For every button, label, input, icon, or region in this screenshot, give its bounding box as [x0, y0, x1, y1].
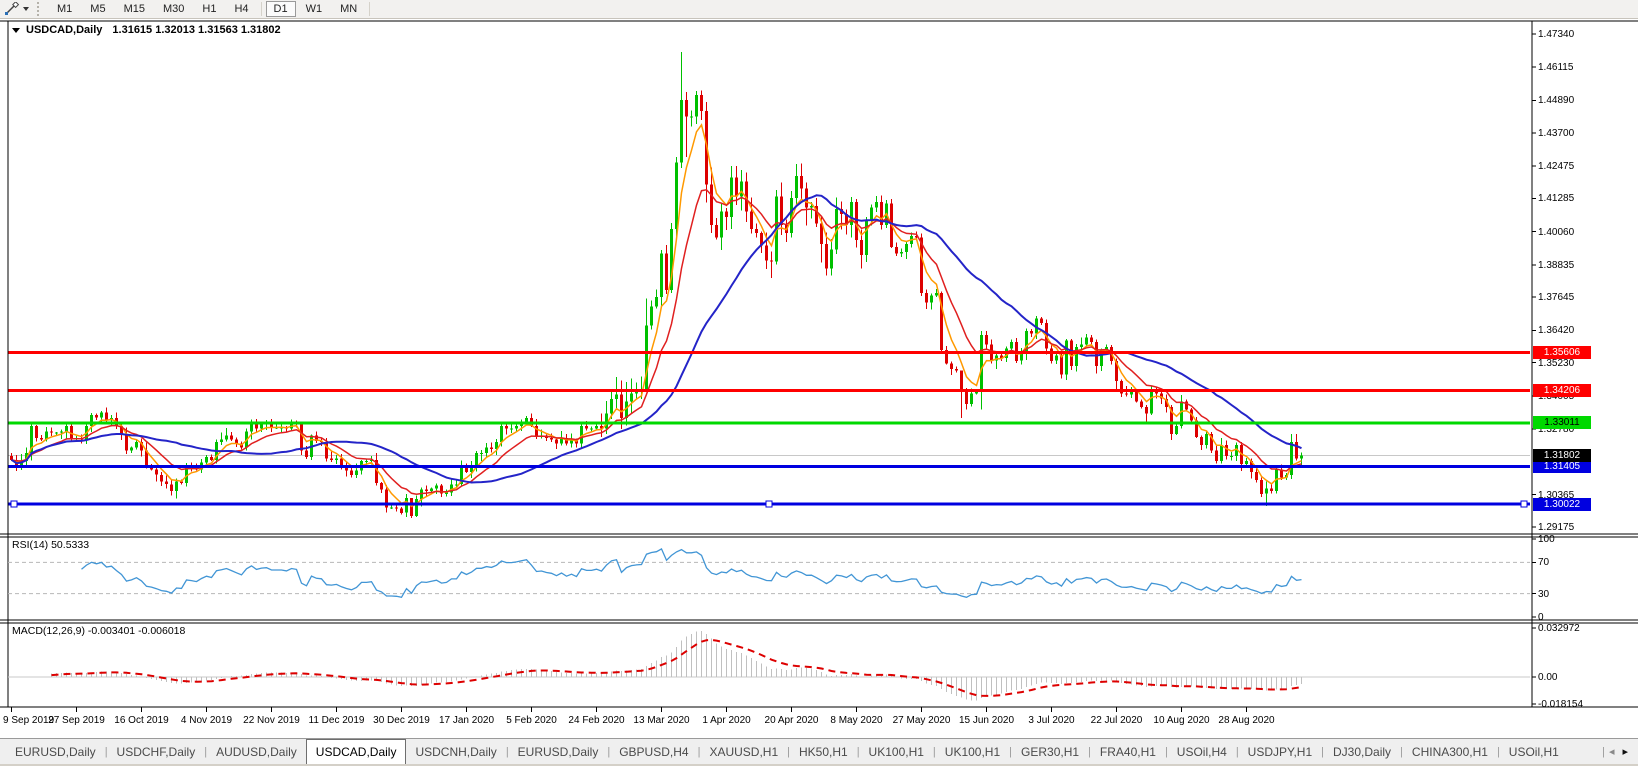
date-axis-label: 30 Dec 2019: [373, 715, 430, 726]
date-axis-label: 22 Nov 2019: [243, 715, 300, 726]
top-toolbar: M1M5M15M30H1H4 D1W1MN: [0, 0, 1638, 19]
price-axis-tick: 1.43700: [1538, 128, 1574, 139]
price-axis-tick: 1.47340: [1538, 29, 1574, 40]
rsi-axis-tick: 0: [1538, 612, 1544, 623]
price-axis-tick: 1.42475: [1538, 161, 1574, 172]
toolbar-grip: [37, 2, 44, 16]
rsi-axis-tick: 30: [1538, 589, 1549, 600]
price-axis-tick: 1.29175: [1538, 522, 1574, 533]
chart-menu-icon[interactable]: [12, 28, 20, 33]
tab-uk100-h1[interactable]: UK100,H1: [936, 739, 1009, 764]
date-axis-label: 3 Jul 2020: [1028, 715, 1074, 726]
date-axis-label: 8 May 2020: [830, 715, 882, 726]
drawing-tools-icon[interactable]: [0, 1, 33, 17]
chart-symbol-period: USDCAD,Daily: [26, 24, 102, 36]
rsi-axis-tick: 70: [1538, 557, 1549, 568]
timeframe-m1-button[interactable]: M1: [49, 1, 80, 17]
chart-title: USDCAD,Daily 1.31615 1.32013 1.31563 1.3…: [12, 24, 281, 36]
date-axis-label: 9 Sep 2019: [3, 715, 54, 726]
price-badge-1.34206: 1.34206: [1533, 384, 1591, 397]
date-axis-label: 20 Apr 2020: [765, 715, 819, 726]
tab-hk50-h1[interactable]: HK50,H1: [790, 739, 857, 764]
price-badge-1.33011: 1.33011: [1533, 416, 1591, 429]
date-axis-label: 27 May 2020: [893, 715, 951, 726]
tab-usoil-h1[interactable]: USOil,H1: [1500, 739, 1568, 764]
price-axis-tick: 1.38835: [1538, 260, 1574, 271]
price-axis-tick: 1.37645: [1538, 292, 1574, 303]
price-axis-tick: 1.36420: [1538, 325, 1574, 336]
date-axis-label: 28 Aug 2020: [1218, 715, 1274, 726]
timeframe-w1-button[interactable]: W1: [298, 1, 331, 17]
price-axis-tick: 1.35230: [1538, 358, 1574, 369]
macd-axis-tick: -0.018154: [1538, 699, 1583, 710]
current-price-badge: 1.31802: [1533, 449, 1591, 462]
tab-usdjpy-h1[interactable]: USDJPY,H1: [1239, 739, 1321, 764]
chart-ohlc-values: 1.31615 1.32013 1.31563 1.31802: [112, 24, 280, 36]
date-axis-label: 16 Oct 2019: [114, 715, 168, 726]
date-axis-label: 17 Jan 2020: [439, 715, 494, 726]
tab-scroll-right-icon[interactable]: ▸: [1618, 745, 1632, 758]
date-axis-label: 15 Jun 2020: [959, 715, 1014, 726]
chart-window[interactable]: USDCAD,Daily 1.31615 1.32013 1.31563 1.3…: [0, 19, 1638, 738]
tab-gbpusd-h4[interactable]: GBPUSD,H4: [610, 739, 697, 764]
dropdown-arrow-icon: [23, 7, 29, 11]
tab-usdcnh-daily[interactable]: USDCNH,Daily: [406, 739, 505, 764]
macd-axis-tick: 0.032972: [1538, 623, 1580, 634]
tab-scroll-left-icon[interactable]: ◂: [1605, 745, 1619, 758]
hline-handle-0[interactable]: [11, 501, 17, 507]
date-axis-label: 22 Jul 2020: [1091, 715, 1143, 726]
tab-xauusd-h1[interactable]: XAUUSD,H1: [700, 739, 787, 764]
price-axis-tick: 1.40060: [1538, 227, 1574, 238]
timeframe-m15-button[interactable]: M15: [116, 1, 153, 17]
price-badge-1.30022: 1.30022: [1533, 498, 1591, 511]
tab-eurusd-daily[interactable]: EURUSD,Daily: [509, 739, 608, 764]
tab-fra40-h1[interactable]: FRA40,H1: [1091, 739, 1165, 764]
tab-usdchf-daily[interactable]: USDCHF,Daily: [108, 739, 205, 764]
macd-label: MACD(12,26,9) -0.003401 -0.006018: [12, 625, 185, 637]
chart-tabs: EURUSD,Daily|USDCHF,Daily|AUDUSD,DailyUS…: [6, 739, 1568, 764]
date-axis-label: 24 Feb 2020: [568, 715, 624, 726]
rsi-label: RSI(14) 50.5333: [12, 539, 89, 551]
tab-ger30-h1[interactable]: GER30,H1: [1012, 739, 1088, 764]
chart-canvas[interactable]: [0, 19, 1638, 738]
tab-eurusd-daily[interactable]: EURUSD,Daily: [6, 739, 105, 764]
tab-audusd-daily[interactable]: AUDUSD,Daily: [207, 739, 306, 764]
timeframe-d1-button[interactable]: D1: [266, 1, 296, 17]
price-axis-tick: 1.41285: [1538, 193, 1574, 204]
price-axis-tick: 1.46115: [1538, 62, 1573, 73]
tab-scroll-arrows: | ◂ ▸: [1602, 739, 1638, 764]
date-axis-label: 27 Sep 2019: [48, 715, 105, 726]
tab-usdcad-daily[interactable]: USDCAD,Daily: [306, 739, 407, 764]
timeframe-m30-button[interactable]: M30: [155, 1, 192, 17]
chart-tabs-bar: EURUSD,Daily|USDCHF,Daily|AUDUSD,DailyUS…: [0, 738, 1638, 764]
timeframe-m5-button[interactable]: M5: [82, 1, 113, 17]
date-axis-label: 13 Mar 2020: [633, 715, 689, 726]
pen-icon: [4, 2, 20, 16]
date-axis-label: 1 Apr 2020: [702, 715, 750, 726]
hline-handle-1[interactable]: [766, 501, 772, 507]
toolbar-separator: [261, 2, 262, 16]
timeframe-h1-button[interactable]: H1: [194, 1, 224, 17]
hline-handle-2[interactable]: [1521, 501, 1527, 507]
macd-axis-tick: 0.00: [1538, 672, 1557, 683]
tab-china300-h1[interactable]: CHINA300,H1: [1403, 739, 1497, 764]
timeframe-h4-button[interactable]: H4: [226, 1, 256, 17]
timeframe-mn-button[interactable]: MN: [332, 1, 365, 17]
tab-dj30-daily[interactable]: DJ30,Daily: [1324, 739, 1400, 764]
price-axis-tick: 1.44890: [1538, 95, 1574, 106]
date-axis-label: 10 Aug 2020: [1153, 715, 1209, 726]
toolbar-separator: [369, 2, 370, 16]
date-axis-label: 11 Dec 2019: [309, 715, 365, 726]
rsi-axis-tick: 100: [1538, 534, 1555, 545]
tab-uk100-h1[interactable]: UK100,H1: [860, 739, 933, 764]
price-badge-1.35606: 1.35606: [1533, 346, 1591, 359]
date-axis-label: 5 Feb 2020: [506, 715, 557, 726]
date-axis-label: 4 Nov 2019: [181, 715, 232, 726]
timeframe-buttons: M1M5M15M30H1H4 D1W1MN: [48, 0, 373, 18]
tab-usoil-h4[interactable]: USOil,H4: [1168, 739, 1236, 764]
